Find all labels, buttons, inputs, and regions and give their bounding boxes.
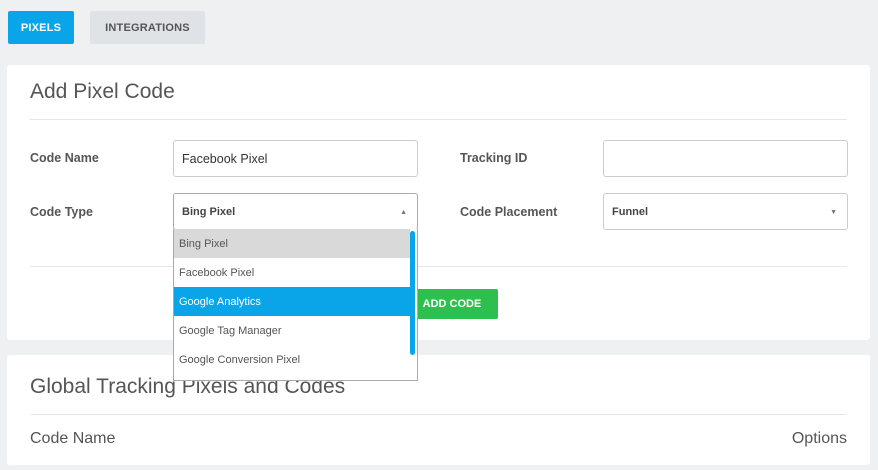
dropdown-option[interactable]: Bing Pixel: [174, 229, 410, 258]
column-header-code-name: Code Name: [30, 430, 116, 447]
tracking-id-label: Tracking ID: [460, 151, 528, 165]
code-placement-select[interactable]: Funnel ▼: [603, 193, 848, 230]
caret-up-icon: ▲: [400, 209, 407, 216]
code-type-value: Bing Pixel: [182, 205, 236, 218]
divider: [30, 119, 847, 120]
code-type-label: Code Type: [30, 205, 93, 219]
dropdown-option[interactable]: Google Tag Manager: [174, 316, 410, 345]
column-header-options: Options: [791, 430, 847, 447]
caret-down-icon: ▼: [830, 209, 837, 216]
divider: [30, 266, 847, 267]
code-placement-value: Funnel: [612, 205, 649, 218]
global-codes-card: Global Tracking Pixels and Codes Code Na…: [7, 355, 870, 465]
add-pixel-title: Add Pixel Code: [30, 80, 175, 103]
code-name-input[interactable]: Facebook Pixel: [173, 140, 418, 177]
code-placement-label: Code Placement: [460, 205, 558, 219]
tab-pixels[interactable]: PIXELS: [8, 11, 74, 44]
tracking-id-input[interactable]: [603, 140, 848, 177]
dropdown-option[interactable]: Facebook Pixel: [174, 258, 410, 287]
code-name-label: Code Name: [30, 151, 99, 165]
dropdown-scrollbar[interactable]: [410, 231, 415, 355]
tab-bar: PIXELS INTEGRATIONS: [8, 11, 205, 44]
dropdown-option[interactable]: Google Conversion Pixel: [174, 345, 410, 374]
tab-integrations[interactable]: INTEGRATIONS: [90, 11, 205, 44]
divider: [30, 414, 847, 415]
code-type-dropdown: Bing Pixel Facebook Pixel Google Analyti…: [173, 229, 418, 381]
add-code-button[interactable]: ADD CODE: [406, 289, 498, 319]
code-type-select[interactable]: Bing Pixel ▲: [173, 193, 418, 230]
dropdown-option[interactable]: Google Analytics: [174, 287, 410, 316]
